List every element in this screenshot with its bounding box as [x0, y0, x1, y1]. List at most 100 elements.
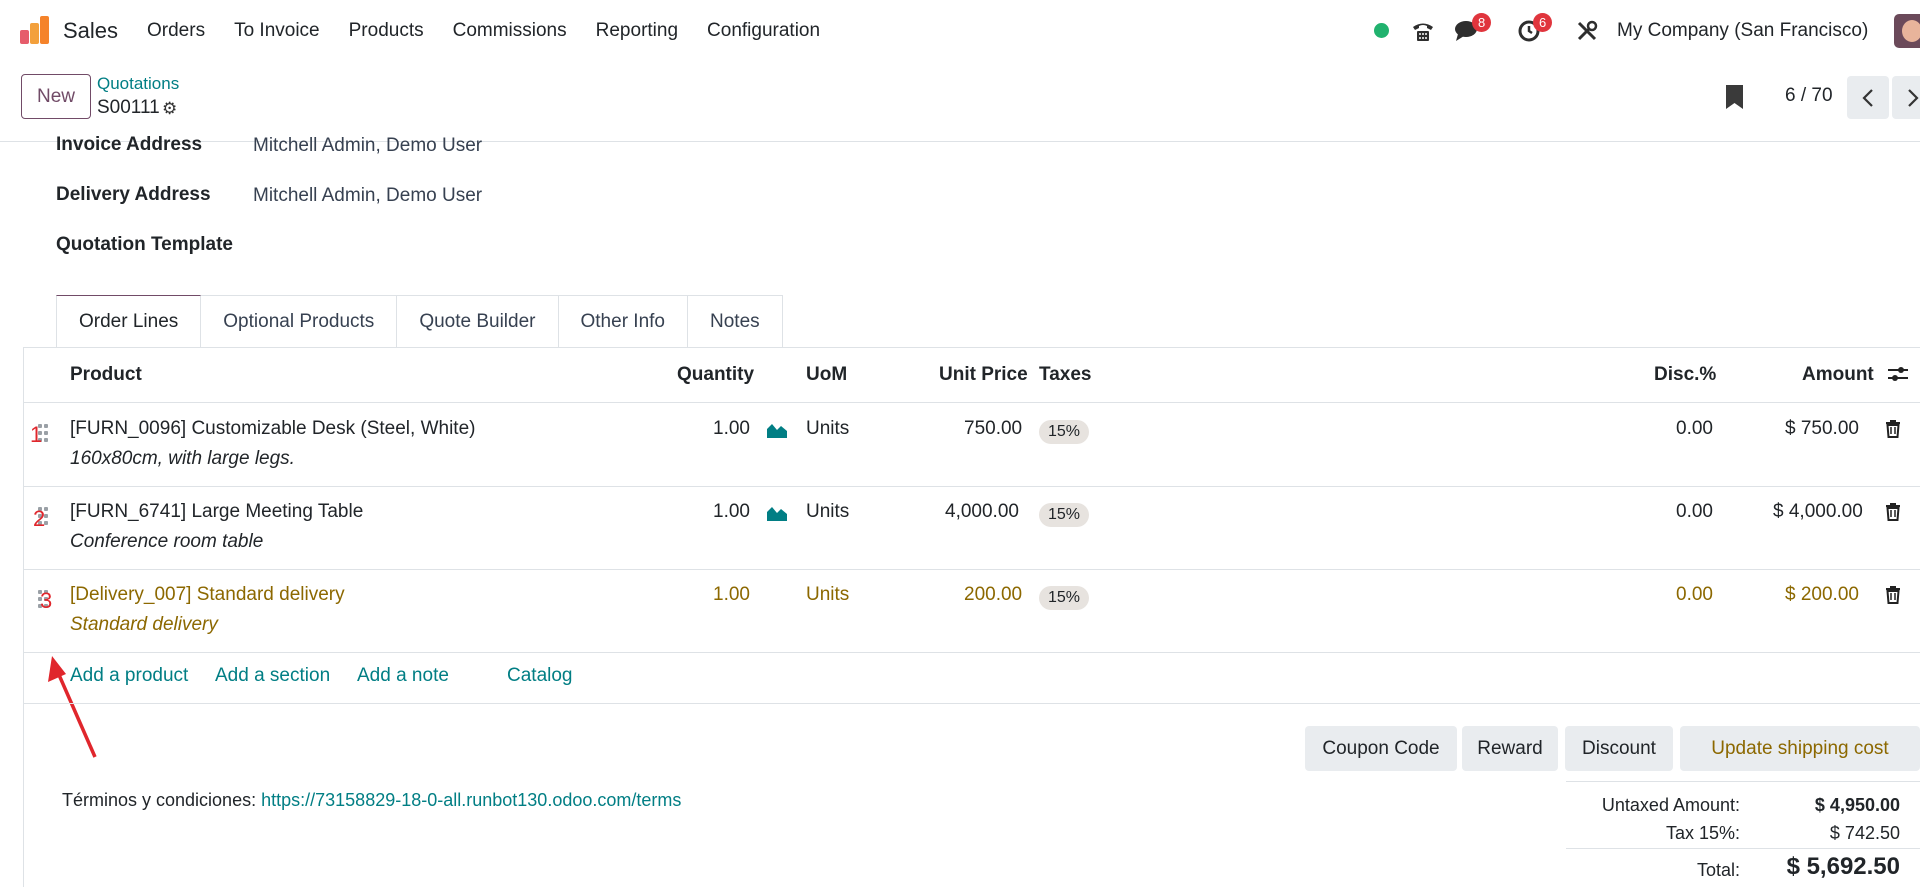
forecast-chart-icon[interactable] [766, 503, 788, 521]
line-quantity[interactable]: 1.00 [713, 584, 750, 606]
line-product[interactable]: [FURN_0096] Customizable Desk (Steel, Wh… [70, 418, 475, 440]
presence-status-icon[interactable] [1374, 23, 1389, 38]
untaxed-amount-value: $ 4,950.00 [1814, 795, 1900, 815]
tab-order-lines[interactable]: Order Lines [56, 295, 202, 348]
delivery-address-field[interactable]: Mitchell Admin, Demo User [253, 185, 482, 207]
company-switcher[interactable]: My Company (San Francisco) [1617, 20, 1868, 42]
phone-icon[interactable] [1410, 18, 1436, 49]
line-description[interactable]: 160x80cm, with large legs. [70, 448, 295, 470]
line-unit-price[interactable]: 750.00 [964, 418, 1022, 440]
line-amount: $ 4,000.00 [1773, 501, 1863, 522]
line-discount[interactable]: 0.00 [1676, 418, 1713, 440]
catalog-link[interactable]: Catalog [507, 665, 573, 687]
line-product[interactable]: [Delivery_007] Standard delivery [70, 584, 345, 606]
invoice-address-label: Invoice Address [56, 134, 203, 155]
delivery-address-label: Delivery Address [56, 184, 211, 205]
line-description[interactable]: Conference room table [70, 531, 263, 553]
menu-reporting[interactable]: Reporting [596, 20, 678, 42]
line-uom[interactable]: Units [806, 501, 849, 523]
column-product[interactable]: Product [70, 364, 142, 386]
tools-icon[interactable] [1575, 19, 1599, 48]
column-amount[interactable]: Amount [1802, 364, 1874, 386]
totals-divider [1566, 781, 1920, 782]
user-avatar[interactable] [1894, 14, 1920, 48]
annotation-number-3: 3 [40, 588, 53, 613]
terms-label: Términos y condiciones: [62, 790, 257, 810]
app-name[interactable]: Sales [63, 18, 118, 44]
control-panel: New Quotations S00111 ⚙ 6 / 70 [0, 63, 1920, 142]
main-menu: Orders To Invoice Products Commissions R… [147, 20, 849, 42]
messages-badge: 8 [1472, 13, 1492, 32]
column-unit-price[interactable]: Unit Price [939, 364, 1028, 386]
tax-label: Tax 15%: [1665, 823, 1740, 843]
column-quantity[interactable]: Quantity [677, 364, 754, 386]
menu-orders[interactable]: Orders [147, 20, 205, 42]
bookmark-icon[interactable] [1726, 85, 1743, 109]
menu-commissions[interactable]: Commissions [453, 20, 567, 42]
column-uom[interactable]: UoM [806, 364, 847, 386]
annotation-number-1: 1 [30, 422, 43, 447]
breadcrumb-quotations[interactable]: Quotations [97, 74, 179, 94]
line-quantity[interactable]: 1.00 [713, 418, 750, 440]
line-description[interactable]: Standard delivery [70, 614, 218, 636]
pager-previous-button[interactable] [1847, 76, 1889, 119]
tab-optional-products[interactable]: Optional Products [201, 295, 398, 348]
line-uom[interactable]: Units [806, 584, 849, 606]
add-line-row: Add a product Add a section Add a note C… [23, 649, 1920, 704]
new-button[interactable]: New [21, 74, 91, 119]
pager-next-button[interactable] [1892, 76, 1920, 119]
table-row[interactable]: [FURN_0096] Customizable Desk (Steel, Wh… [23, 404, 1920, 487]
tab-quote-builder[interactable]: Quote Builder [397, 295, 559, 348]
menu-products[interactable]: Products [349, 20, 424, 42]
menu-to-invoice[interactable]: To Invoice [234, 20, 320, 42]
sales-app-icon[interactable] [20, 16, 50, 44]
form-sheet: Invoice Address Mitchell Admin, Demo Use… [0, 134, 1920, 887]
add-product-link[interactable]: Add a product [70, 665, 188, 687]
delete-line-icon[interactable] [1885, 420, 1901, 443]
untaxed-amount-label: Untaxed Amount: [1601, 795, 1740, 815]
table-row[interactable]: [FURN_6741] Large Meeting Table Conferen… [23, 487, 1920, 570]
delete-line-icon[interactable] [1885, 503, 1901, 526]
line-product[interactable]: [FURN_6741] Large Meeting Table [70, 501, 363, 523]
total-value: $ 5,692.50 [1786, 853, 1900, 880]
line-tax-badge[interactable]: 15% [1039, 503, 1090, 527]
order-lines-header: Product Quantity UoM Unit Price Taxes Di… [23, 348, 1920, 403]
annotation-number-2: 2 [33, 506, 46, 531]
gear-icon[interactable]: ⚙ [162, 99, 177, 119]
invoice-address-field[interactable]: Mitchell Admin, Demo User [253, 135, 482, 157]
line-discount[interactable]: 0.00 [1676, 501, 1713, 523]
table-row[interactable]: [Delivery_007] Standard delivery Standar… [23, 570, 1920, 653]
delete-line-icon[interactable] [1885, 586, 1901, 609]
totals-divider [1566, 848, 1920, 849]
line-uom[interactable]: Units [806, 418, 849, 440]
update-shipping-cost-button[interactable]: Update shipping cost [1680, 726, 1920, 771]
terms-link[interactable]: https://73158829-18-0-all.runbot130.odoo… [261, 790, 681, 810]
column-disc[interactable]: Disc.% [1654, 364, 1716, 386]
tab-other-info[interactable]: Other Info [558, 295, 688, 348]
forecast-chart-icon[interactable] [766, 420, 788, 438]
line-discount[interactable]: 0.00 [1676, 584, 1713, 606]
tab-notes[interactable]: Notes [688, 295, 783, 348]
menu-configuration[interactable]: Configuration [707, 20, 820, 42]
line-tax-badge[interactable]: 15% [1039, 420, 1090, 444]
total-label: Total: [1696, 860, 1740, 880]
line-tax-badge[interactable]: 15% [1039, 586, 1090, 610]
add-section-link[interactable]: Add a section [215, 665, 330, 687]
quotation-template-label: Quotation Template [56, 234, 233, 255]
line-unit-price[interactable]: 4,000.00 [945, 501, 1019, 523]
line-amount: $ 750.00 [1785, 418, 1859, 439]
reward-button[interactable]: Reward [1462, 726, 1558, 771]
tax-value: $ 742.50 [1829, 823, 1900, 843]
terms-and-conditions: Términos y condiciones: https://73158829… [62, 790, 681, 811]
notebook-tabs: Order Lines Optional Products Quote Buil… [56, 295, 783, 348]
top-navbar: Sales Orders To Invoice Products Commiss… [0, 0, 1920, 63]
coupon-code-button[interactable]: Coupon Code [1305, 726, 1457, 771]
column-taxes[interactable]: Taxes [1039, 364, 1091, 386]
optional-columns-icon[interactable] [1887, 364, 1909, 390]
discount-button[interactable]: Discount [1565, 726, 1673, 771]
add-note-link[interactable]: Add a note [357, 665, 449, 687]
line-amount: $ 200.00 [1785, 584, 1859, 605]
line-quantity[interactable]: 1.00 [713, 501, 750, 523]
line-unit-price[interactable]: 200.00 [964, 584, 1022, 606]
pager-value[interactable]: 6 / 70 [1785, 85, 1833, 107]
